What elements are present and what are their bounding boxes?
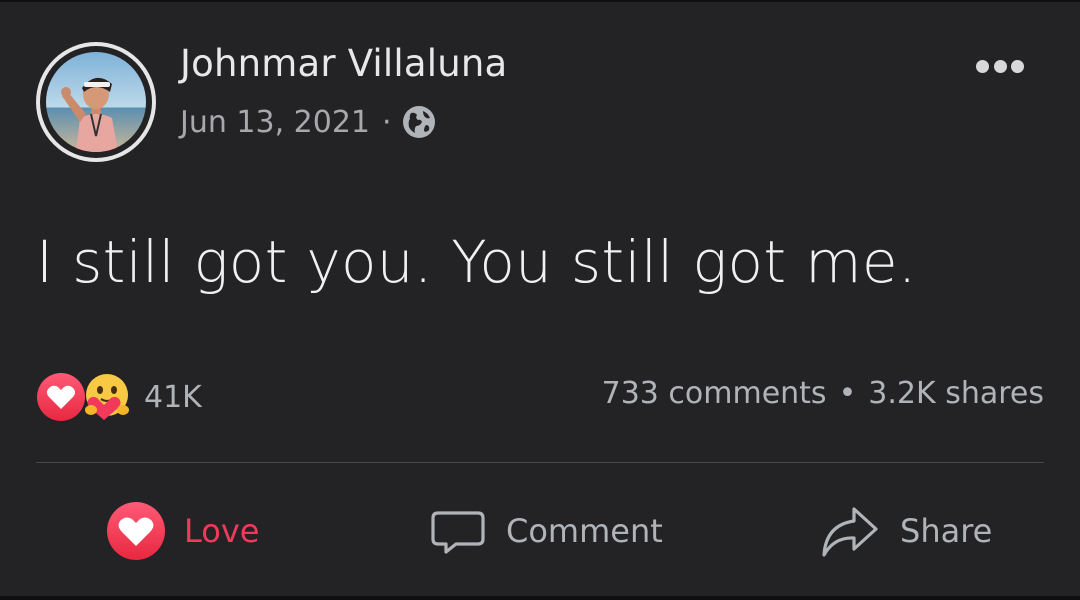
globe-icon[interactable]	[402, 105, 436, 139]
share-arrow-icon	[818, 501, 882, 561]
share-label: Share	[900, 512, 993, 550]
reactions-summary[interactable]: 41K	[36, 372, 202, 422]
post-meta: Jun 13, 2021 ·	[180, 102, 436, 142]
meta-separator: ·	[382, 104, 392, 140]
shares-count-link[interactable]: 3.2K shares	[868, 376, 1044, 411]
avatar-photo	[46, 52, 146, 152]
comments-count-link[interactable]: 733 comments	[602, 376, 827, 411]
post-date[interactable]: Jun 13, 2021	[180, 105, 370, 140]
care-reaction-icon	[85, 372, 132, 422]
stats-separator: •	[838, 376, 857, 411]
more-options-icon[interactable]	[976, 58, 1024, 74]
more-dot	[976, 59, 989, 73]
reaction-count: 41K	[144, 379, 202, 415]
love-button[interactable]: Love	[106, 498, 259, 564]
comment-button[interactable]: Comment	[428, 498, 663, 564]
post-text: I still got you. You still got me.	[36, 228, 917, 296]
love-label: Love	[184, 512, 260, 550]
post-stats: 733 comments • 3.2K shares	[602, 376, 1044, 411]
more-dot	[993, 59, 1007, 73]
love-reaction-icon	[36, 372, 86, 422]
comment-bubble-icon	[428, 501, 488, 561]
more-dot	[1011, 59, 1024, 73]
share-button[interactable]: Share	[818, 498, 992, 564]
author-name[interactable]: Johnmar Villaluna	[180, 42, 507, 85]
divider	[36, 462, 1044, 463]
post-card: Johnmar Villaluna Jun 13, 2021 · I still…	[0, 2, 1080, 596]
love-heart-icon	[106, 501, 166, 561]
comment-label: Comment	[506, 512, 663, 550]
author-avatar[interactable]	[36, 42, 156, 162]
